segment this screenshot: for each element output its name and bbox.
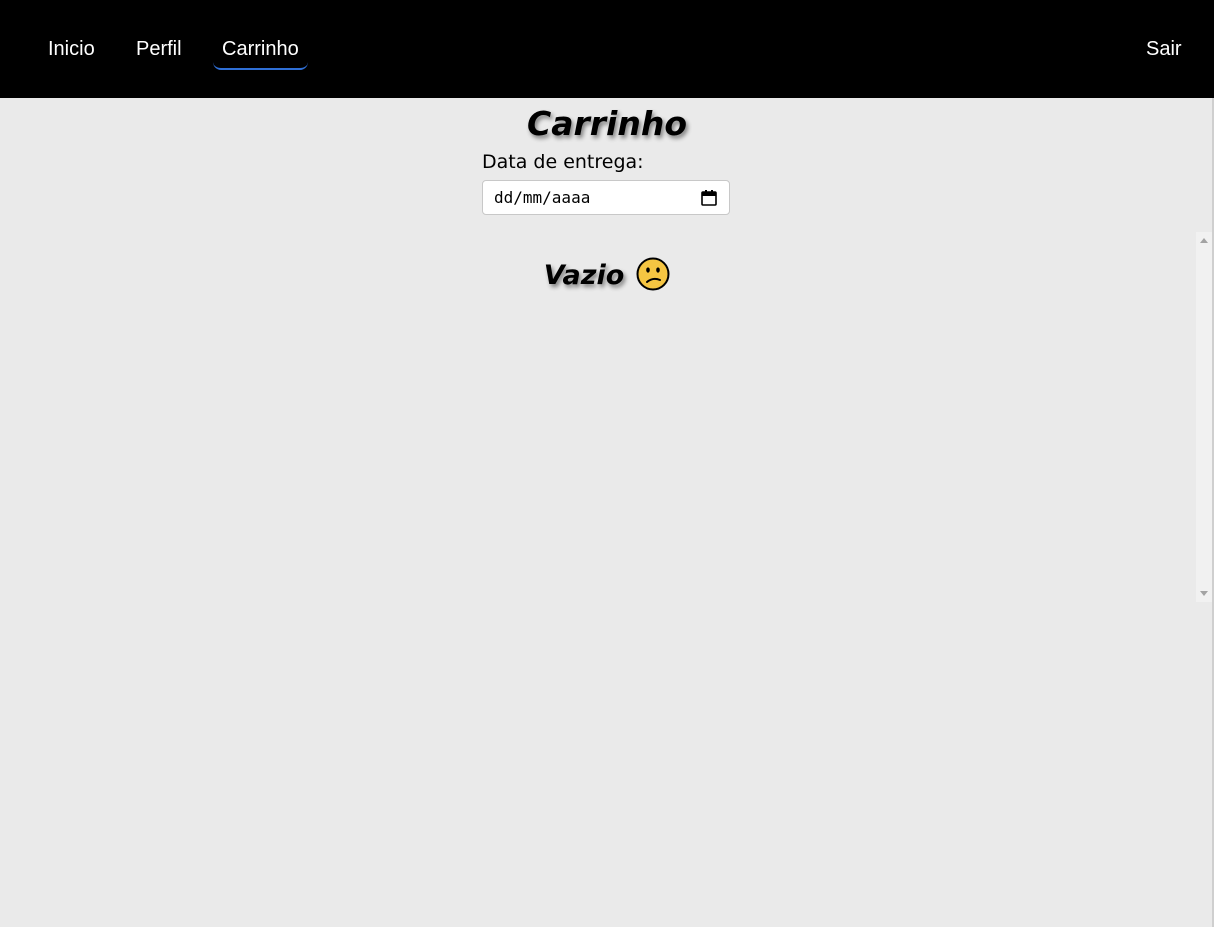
- delivery-date-placeholder: dd/mm/aaaa: [494, 188, 591, 207]
- empty-cart-message: Vazio: [0, 256, 1214, 296]
- nav-item-perfil[interactable]: Perfil: [136, 34, 182, 64]
- delivery-date-label: Data de entrega:: [482, 151, 644, 173]
- empty-cart-text: Vazio: [543, 260, 625, 291]
- nav-item-carrinho[interactable]: Carrinho: [213, 34, 308, 70]
- calendar-icon[interactable]: [701, 190, 717, 206]
- delivery-date-input[interactable]: dd/mm/aaaa: [482, 180, 730, 215]
- scroll-down-arrow-icon[interactable]: [1200, 591, 1208, 596]
- cart-content: Carrinho Data de entrega: dd/mm/aaaa Vaz…: [0, 98, 1214, 927]
- nav-item-inicio[interactable]: Inicio: [48, 34, 95, 64]
- confused-face-icon: [636, 257, 670, 291]
- page-title: Carrinho: [526, 104, 687, 143]
- scrollbar[interactable]: [1196, 232, 1212, 602]
- scroll-up-arrow-icon[interactable]: [1200, 238, 1208, 243]
- top-nav-bar: Inicio Perfil Carrinho Sair: [0, 0, 1214, 98]
- logout-button[interactable]: Sair: [1146, 34, 1182, 64]
